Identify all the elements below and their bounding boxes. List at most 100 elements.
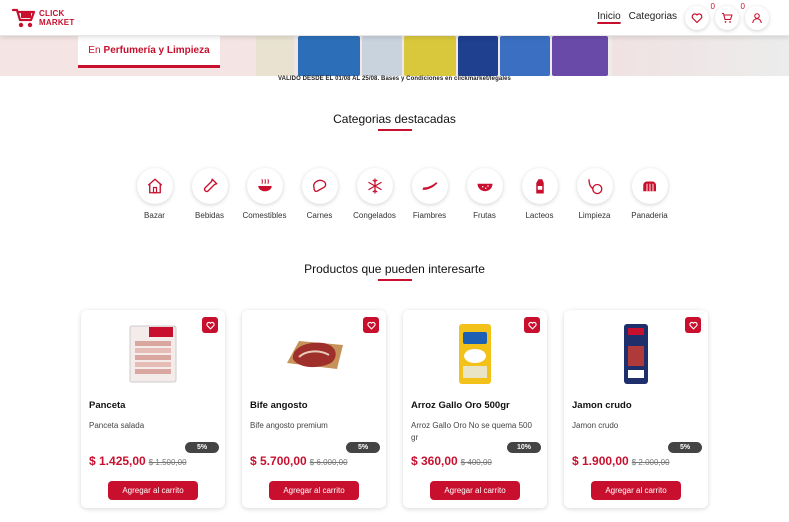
logo-line-1: CLICK	[39, 9, 65, 18]
top-header: CLICK MARKET Inicio Categorias 0 0	[0, 0, 789, 36]
category-item-fiambres[interactable]: Fiambres	[402, 168, 457, 220]
bread-icon	[642, 181, 656, 192]
logo-line-2: MARKET	[39, 18, 75, 27]
banner-product-image	[458, 36, 498, 76]
banner-product-image	[362, 36, 402, 76]
title-underline	[377, 129, 412, 131]
category-icon-button[interactable]	[631, 168, 668, 204]
product-image[interactable]	[564, 320, 708, 388]
category-item-lacteos[interactable]: Lacteos	[512, 168, 567, 220]
category-item-frutas[interactable]: Frutas	[457, 168, 512, 220]
vacuum-icon	[587, 179, 602, 195]
category-icon-button[interactable]	[136, 168, 173, 204]
category-item-carnes[interactable]: Carnes	[292, 168, 347, 220]
product-price: $ 1.900,00	[572, 454, 629, 468]
categories-section-title: Categorias destacadas	[0, 112, 789, 131]
price-row: $ 360,00 $ 400,00	[411, 454, 492, 468]
product-price: $ 360,00	[411, 454, 458, 468]
banner-label-main: Perfumería y Limpieza	[103, 45, 210, 56]
product-description: Arroz Gallo Oro No se quema 500 gr	[411, 421, 532, 442]
product-image[interactable]	[403, 320, 547, 388]
category-list: Bazar Bebidas Comestibles Carnes Congela…	[127, 168, 677, 220]
category-item-limpieza[interactable]: Limpieza	[567, 168, 622, 220]
cold-cuts-icon	[422, 182, 437, 190]
promo-banner[interactable]: En Perfumería y Limpieza	[0, 36, 789, 76]
cart-icon	[722, 12, 733, 23]
category-label: Bebidas	[195, 211, 224, 220]
account-button[interactable]	[745, 6, 769, 30]
banner-product-image	[256, 36, 294, 76]
bacon-package-image	[129, 325, 177, 383]
heart-icon	[691, 13, 703, 24]
product-card[interactable]: Jamon crudo Jamon crudo 5% $ 1.900,00 $ …	[564, 310, 708, 508]
ham-package-image	[624, 324, 648, 384]
add-to-cart-button[interactable]: Agregar al carrito	[269, 481, 359, 500]
product-description: Jamon crudo	[572, 421, 619, 430]
category-icon-button[interactable]	[246, 168, 283, 204]
category-item-bebidas[interactable]: Bebidas	[182, 168, 237, 220]
banner-product-image	[404, 36, 456, 76]
nav-categories-link[interactable]: Categorias	[629, 11, 677, 22]
category-label: Carnes	[306, 211, 333, 220]
title-underline	[377, 279, 412, 281]
banner-product-image	[298, 36, 360, 76]
category-item-comestibles[interactable]: Comestibles	[237, 168, 292, 220]
banner-legal-text: VALIDO DESDE EL 01/08 AL 25/08. Bases y …	[278, 76, 511, 82]
product-image[interactable]	[81, 320, 225, 388]
category-icon-button[interactable]	[411, 168, 448, 204]
product-name[interactable]: Arroz Gallo Oro 500gr	[411, 400, 510, 411]
product-name[interactable]: Jamon crudo	[572, 400, 632, 411]
category-icon-button[interactable]	[521, 168, 558, 204]
banner-label: En Perfumería y Limpieza	[78, 36, 220, 68]
product-name[interactable]: Panceta	[89, 400, 125, 411]
add-to-cart-button[interactable]: Agregar al carrito	[430, 481, 520, 500]
category-icon-button[interactable]	[466, 168, 503, 204]
main-nav: Inicio Categorias	[597, 11, 677, 22]
category-label: Comestibles	[242, 211, 287, 220]
banner-label-prefix: En	[88, 45, 101, 56]
nav-home-link[interactable]: Inicio	[597, 11, 620, 22]
product-card[interactable]: Panceta Panceta salada 5% $ 1.425,00 $ 1…	[81, 310, 225, 508]
meat-icon	[312, 179, 326, 193]
product-card[interactable]: Arroz Gallo Oro 500gr Arroz Gallo Oro No…	[403, 310, 547, 508]
category-label: Congelados	[353, 211, 396, 220]
product-image[interactable]	[242, 320, 386, 388]
bottle-icon	[203, 178, 217, 193]
category-label: Panaderia	[631, 211, 668, 220]
product-description: Panceta salada	[89, 421, 145, 430]
category-item-bazar[interactable]: Bazar	[127, 168, 182, 220]
category-icon-button[interactable]	[576, 168, 613, 204]
product-old-price: $ 2.000,00	[631, 458, 670, 467]
logo-cart-icon	[12, 8, 36, 28]
product-old-price: $ 6.000,00	[309, 458, 348, 467]
category-label: Bazar	[144, 211, 165, 220]
product-name[interactable]: Bife angosto	[250, 400, 308, 411]
product-old-price: $ 400,00	[460, 458, 492, 467]
category-item-congelados[interactable]: Congelados	[347, 168, 402, 220]
category-label: Lacteos	[525, 211, 554, 220]
price-row: $ 1.900,00 $ 2.000,00	[572, 454, 670, 468]
category-icon-button[interactable]	[301, 168, 338, 204]
product-old-price: $ 1.500,00	[148, 458, 187, 467]
add-to-cart-button[interactable]: Agregar al carrito	[108, 481, 198, 500]
wishlist-count-badge: 0	[710, 2, 715, 11]
product-card[interactable]: Bife angosto Bife angosto premium 5% $ 5…	[242, 310, 386, 508]
banner-product-image	[500, 36, 550, 76]
user-icon	[752, 13, 762, 24]
banner-product-image	[552, 36, 608, 76]
rice-package-image	[459, 324, 491, 384]
product-price: $ 5.700,00	[250, 454, 307, 468]
category-icon-button[interactable]	[356, 168, 393, 204]
wishlist-button[interactable]: 0	[685, 2, 715, 30]
price-row: $ 1.425,00 $ 1.500,00	[89, 454, 187, 468]
category-label: Frutas	[473, 211, 496, 220]
cart-button[interactable]: 0	[715, 2, 745, 30]
category-icon-button[interactable]	[191, 168, 228, 204]
click-market-logo[interactable]: CLICK MARKET	[12, 6, 74, 30]
add-to-cart-button[interactable]: Agregar al carrito	[591, 481, 681, 500]
category-item-panaderia[interactable]: Panaderia	[622, 168, 677, 220]
bowl-icon	[257, 179, 272, 192]
steak-image	[287, 341, 343, 369]
house-icon	[147, 178, 162, 194]
cart-count-badge: 0	[740, 2, 745, 11]
